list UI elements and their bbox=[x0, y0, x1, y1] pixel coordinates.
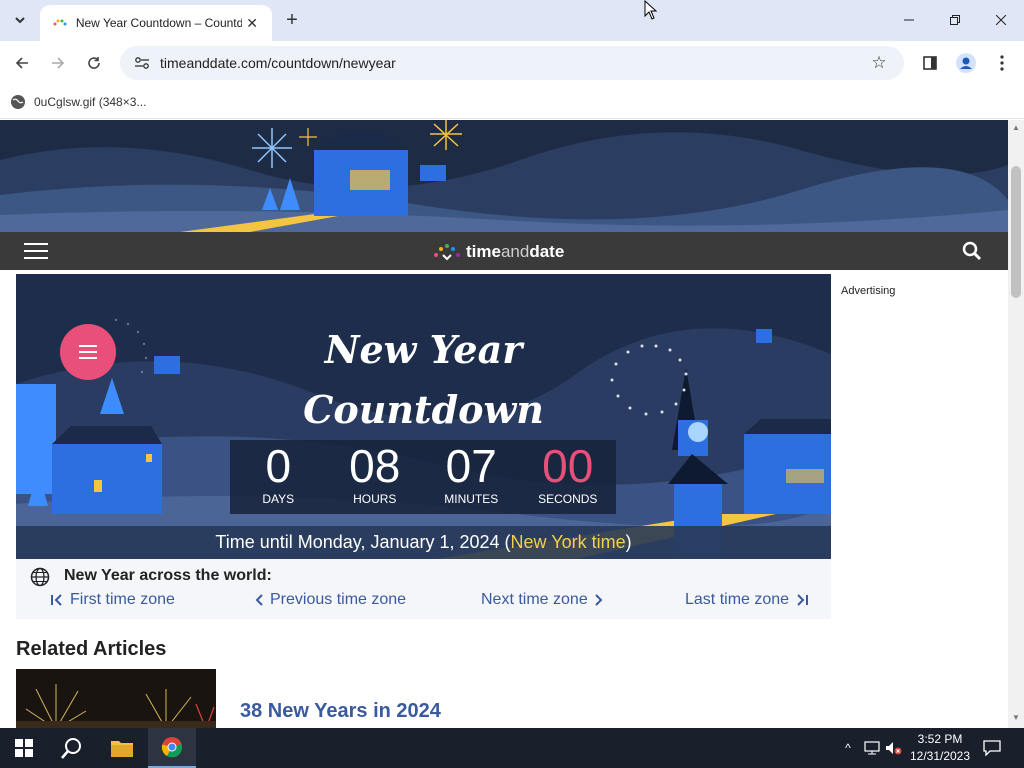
days-label: DAYS bbox=[262, 492, 295, 506]
related-articles-heading: Related Articles bbox=[16, 638, 167, 660]
chevron-first-icon bbox=[51, 594, 62, 606]
first-timezone-link[interactable]: First time zone bbox=[50, 591, 175, 609]
scroll-down-icon[interactable]: ▼ bbox=[1012, 714, 1020, 722]
chevron-last-icon bbox=[797, 594, 809, 606]
profile-avatar-icon bbox=[956, 53, 976, 73]
tab-close-icon[interactable]: ✕ bbox=[242, 13, 262, 33]
tab-title: New Year Countdown – Countd bbox=[75, 16, 243, 30]
search-icon[interactable] bbox=[962, 241, 982, 261]
logo-text: timeanddate bbox=[466, 242, 565, 261]
seconds-value: 00 bbox=[542, 440, 594, 492]
page-scrollbar[interactable]: ▲ ▼ bbox=[1008, 120, 1024, 728]
scrollbar-thumb[interactable] bbox=[1011, 166, 1021, 298]
file-explorer-button[interactable] bbox=[98, 728, 146, 768]
notification-icon[interactable] bbox=[982, 738, 1002, 758]
world-timezone-bar: New Year across the world: First time zo… bbox=[16, 559, 831, 619]
restore-icon bbox=[950, 15, 960, 25]
chevron-right-icon bbox=[595, 594, 603, 606]
timeanddate-logo[interactable]: timeanddate bbox=[432, 240, 564, 264]
clock-date: 12/31/2023 bbox=[909, 749, 971, 763]
browser-toolbar: timeanddate.com/countdown/newyear ☆ bbox=[0, 41, 1024, 85]
bookmark-star-icon[interactable]: ☆ bbox=[868, 52, 890, 74]
countdown-days: 0 DAYS bbox=[230, 440, 327, 514]
floating-menu-button[interactable] bbox=[60, 324, 116, 380]
advertising-label: Advertising bbox=[841, 285, 896, 297]
bookmark-label: 0uCglsw.gif (348×3... bbox=[34, 95, 147, 109]
article-link[interactable]: 38 New Years in 2024 bbox=[240, 700, 441, 723]
arrow-right-icon bbox=[52, 57, 65, 69]
web-page: timeanddate New Year Countdown 0 DAYS 08… bbox=[0, 120, 1008, 728]
article-thumbnail[interactable] bbox=[16, 669, 216, 728]
forward-button[interactable] bbox=[44, 49, 72, 77]
chrome-taskbar-button[interactable] bbox=[148, 728, 196, 768]
bookmarks-bar: 0uCglsw.gif (348×3... bbox=[0, 85, 1024, 119]
address-bar[interactable]: timeanddate.com/countdown/newyear ☆ bbox=[120, 46, 904, 80]
minimize-button[interactable] bbox=[886, 0, 932, 40]
tab-search-dropdown-button[interactable] bbox=[8, 8, 32, 32]
volume-muted-icon[interactable] bbox=[884, 738, 904, 758]
world-title: New Year across the world: bbox=[64, 567, 272, 584]
minutes-value: 07 bbox=[445, 440, 497, 492]
browser-menu-button[interactable] bbox=[988, 49, 1016, 77]
reload-button[interactable] bbox=[80, 49, 108, 77]
profile-button[interactable] bbox=[952, 49, 980, 77]
site-navigation-bar: timeanddate bbox=[0, 232, 1008, 270]
days-value: 0 bbox=[265, 440, 292, 492]
site-menu-button[interactable] bbox=[24, 241, 48, 261]
last-timezone-link[interactable]: Last time zone bbox=[685, 591, 809, 609]
header-illustration bbox=[0, 120, 1008, 232]
system-clock[interactable]: 3:52 PM 12/31/2023 bbox=[906, 731, 974, 765]
chevron-down-icon bbox=[15, 17, 25, 24]
countdown-title-line1: New Year bbox=[324, 327, 523, 372]
countdown-hours: 08 HOURS bbox=[327, 440, 424, 514]
browser-tab-active[interactable]: New Year Countdown – Countd ✕ bbox=[40, 5, 272, 41]
kebab-menu-icon bbox=[1000, 55, 1004, 71]
new-tab-button[interactable]: + bbox=[280, 8, 304, 32]
countdown-title: New Year Countdown bbox=[296, 320, 551, 440]
countdown-title-line2: Countdown bbox=[303, 387, 544, 432]
chrome-icon bbox=[161, 737, 183, 758]
countdown-seconds: 00 SECONDS bbox=[520, 440, 617, 514]
back-button[interactable] bbox=[8, 49, 36, 77]
side-panel-icon bbox=[923, 56, 937, 70]
globe-icon bbox=[30, 567, 50, 587]
network-icon[interactable] bbox=[862, 738, 882, 758]
url-text: timeanddate.com/countdown/newyear bbox=[160, 55, 396, 71]
next-timezone-link[interactable]: Next time zone bbox=[481, 591, 604, 609]
countdown-hero: New Year Countdown 0 DAYS 08 HOURS 07 MI… bbox=[16, 274, 831, 559]
hours-label: HOURS bbox=[353, 492, 397, 506]
start-button[interactable] bbox=[0, 728, 48, 768]
minimize-icon bbox=[904, 19, 914, 21]
mouse-cursor-icon bbox=[644, 0, 658, 20]
chevron-left-icon bbox=[255, 594, 263, 606]
close-window-button[interactable] bbox=[978, 0, 1024, 40]
taskbar-search-button[interactable] bbox=[48, 728, 96, 768]
timeanddate-logo-icon bbox=[434, 244, 460, 261]
side-panel-button[interactable] bbox=[916, 49, 944, 77]
search-icon bbox=[61, 738, 81, 759]
chevron-up-icon[interactable]: ^ bbox=[838, 738, 858, 758]
scroll-up-icon[interactable]: ▲ bbox=[1012, 124, 1020, 132]
browser-tab-bar: New Year Countdown – Countd ✕ + bbox=[0, 0, 1024, 41]
timeanddate-favicon-icon bbox=[52, 15, 68, 31]
countdown-target-text: Time until Monday, January 1, 2024 (New … bbox=[16, 526, 831, 559]
folder-icon bbox=[111, 741, 133, 757]
minutes-label: MINUTES bbox=[444, 492, 499, 506]
close-icon bbox=[996, 15, 1006, 25]
seconds-label: SECONDS bbox=[538, 492, 598, 506]
site-info-icon[interactable] bbox=[130, 51, 154, 75]
windows-taskbar: ^ 3:52 PM 12/31/2023 bbox=[0, 728, 1024, 768]
timezone-link[interactable]: New York time bbox=[511, 532, 626, 552]
hours-value: 08 bbox=[349, 440, 401, 492]
restore-button[interactable] bbox=[932, 0, 978, 40]
countdown-minutes: 07 MINUTES bbox=[423, 440, 520, 514]
countdown-timer: 0 DAYS 08 HOURS 07 MINUTES 00 SECONDS bbox=[230, 440, 616, 514]
arrow-left-icon bbox=[15, 57, 28, 69]
clock-time: 3:52 PM bbox=[917, 732, 963, 746]
previous-timezone-link[interactable]: Previous time zone bbox=[254, 591, 406, 609]
reload-icon bbox=[88, 57, 100, 69]
windows-logo-icon bbox=[15, 739, 33, 757]
bookmark-item[interactable]: 0uCglsw.gif (348×3... bbox=[10, 91, 146, 113]
globe-icon bbox=[11, 95, 25, 109]
